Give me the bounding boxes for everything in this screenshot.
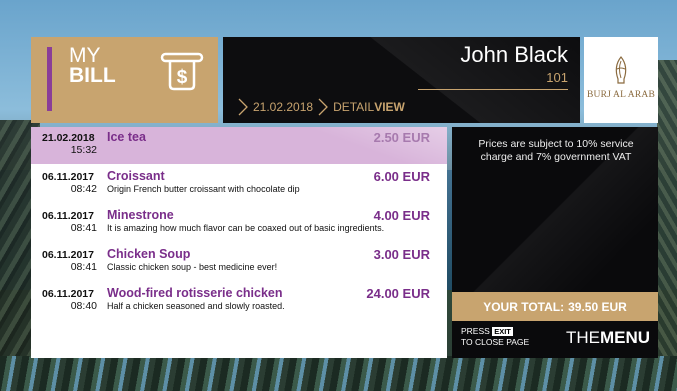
logo-text: BURJ AL ARAB [586, 90, 656, 100]
item-price: 4.00 EUR [374, 208, 430, 223]
bill-item-row[interactable]: 06.11.2017 08:42 Croissant Origin French… [31, 166, 447, 203]
burj-al-arab-logo-icon [615, 56, 627, 84]
item-date: 06.11.2017 [42, 210, 94, 222]
accent-bar [47, 47, 52, 111]
item-description: Origin French butter croissant with choc… [107, 184, 300, 194]
total-value: 39.50 EUR [568, 299, 627, 314]
total-label: YOUR TOTAL: [483, 299, 565, 314]
bill-item-row[interactable]: 06.11.2017 08:41 Chicken Soup Classic ch… [31, 244, 447, 281]
brand-bold: MENU [599, 328, 650, 347]
item-price-currency: EUR [402, 208, 430, 223]
breadcrumb: 21.02.2018 DETAILVIEW [237, 97, 405, 117]
brand-logo: THEMENU [566, 328, 650, 348]
receipt-dollar-icon: $ [160, 52, 204, 91]
item-price: 6.00 EUR [374, 169, 430, 184]
item-price-amount: 6.00 [373, 169, 399, 184]
item-date: 06.11.2017 [42, 288, 94, 300]
total-bar: YOUR TOTAL: 39.50 EUR [452, 292, 658, 321]
item-time: 08:42 [70, 183, 97, 195]
item-price-amount: 2.50 [373, 130, 399, 145]
item-price-currency: EUR [402, 130, 430, 145]
item-price: 24.00 EUR [366, 286, 430, 301]
guest-name: John Black [460, 42, 568, 67]
breadcrumb-view: VIEW [374, 100, 405, 114]
bill-item-row[interactable]: 21.02.2018 15:32 Ice tea 2.50 EUR [31, 127, 447, 164]
hotel-logo: BURJ AL ARAB [584, 37, 658, 123]
brand-thin: THE [565, 328, 600, 347]
item-date: 21.02.2018 [42, 132, 95, 144]
guest-divider [418, 89, 568, 90]
item-description: Classic chicken soup - best medicine eve… [107, 262, 278, 272]
background-palm-right [657, 60, 677, 391]
item-date: 06.11.2017 [42, 249, 94, 261]
item-name: Minestrone [107, 208, 174, 222]
item-time: 08:41 [70, 222, 97, 234]
item-description: It is amazing how much flavor can be coa… [107, 223, 385, 233]
item-price: 2.50 EUR [374, 130, 430, 145]
item-name: Croissant [107, 169, 165, 183]
my-bill-tile: MY BILL $ [31, 37, 218, 123]
item-price-amount: 24.00 [366, 286, 399, 301]
item-price-currency: EUR [402, 286, 430, 301]
exit-hint: PRESS EXIT TO CLOSE PAGE [461, 326, 529, 348]
item-price-amount: 4.00 [373, 208, 399, 223]
item-time: 08:40 [70, 300, 97, 312]
item-name: Wood-fired rotisserie chicken [107, 286, 283, 300]
chevron-right-icon [238, 98, 248, 116]
exit-key-badge[interactable]: EXIT [492, 327, 513, 336]
price-notice: Prices are subject to 10% service charge… [478, 138, 634, 163]
page-title-line2: BILL [69, 64, 116, 87]
summary-panel: Prices are subject to 10% service charge… [452, 127, 658, 358]
breadcrumb-current: DETAILVIEW [333, 100, 405, 114]
press-action: TO CLOSE PAGE [461, 337, 530, 347]
bill-item-list[interactable]: 21.02.2018 15:32 Ice tea 2.50 EUR 06.11.… [31, 127, 447, 358]
room-number: 101 [546, 70, 568, 85]
chevron-right-icon [318, 98, 328, 116]
item-price-amount: 3.00 [373, 247, 399, 262]
item-price-currency: EUR [402, 169, 430, 184]
svg-text:$: $ [177, 67, 188, 88]
item-price-currency: EUR [402, 247, 430, 262]
item-price: 3.00 EUR [374, 247, 430, 262]
item-name: Chicken Soup [107, 247, 191, 261]
breadcrumb-detail: DETAIL [333, 100, 375, 114]
background-foliage [0, 356, 677, 391]
press-label: PRESS [461, 326, 490, 336]
item-time: 08:41 [70, 261, 97, 273]
item-description: Half a chicken seasoned and slowly roast… [107, 301, 285, 311]
item-date: 06.11.2017 [42, 171, 94, 183]
page-title: MY BILL [69, 44, 139, 87]
item-name: Ice tea [107, 130, 146, 144]
guest-panel: John Black 101 21.02.2018 DETAILVIEW [223, 37, 580, 123]
bill-item-row[interactable]: 06.11.2017 08:41 Minestrone It is amazin… [31, 205, 447, 242]
breadcrumb-date[interactable]: 21.02.2018 [253, 100, 313, 114]
bill-item-row[interactable]: 06.11.2017 08:40 Wood-fired rotisserie c… [31, 283, 447, 320]
item-time: 15:32 [70, 144, 97, 156]
page-title-line1: MY [69, 44, 101, 67]
